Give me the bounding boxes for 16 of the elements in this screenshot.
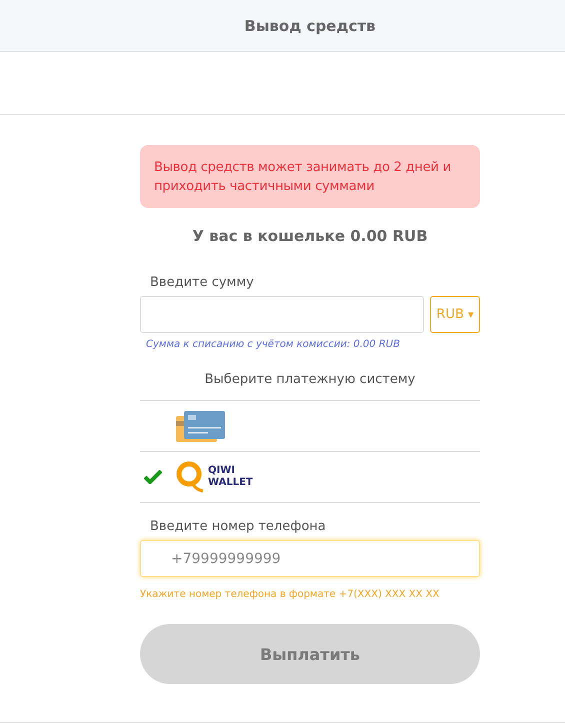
wallet-balance: У вас в кошельке 0.00 RUB [191, 227, 429, 245]
payment-system-label: Выберите платежную систему [204, 372, 416, 387]
commission-hint: Сумма к списанию с учётом комиссии: 0.00 RUB [145, 339, 401, 350]
currency-dropdown[interactable]: RUB ▾ [430, 296, 480, 333]
payment-option[interactable]: QIWI WALLET [140, 452, 480, 503]
phone-field[interactable]: +79999999999 [140, 540, 480, 577]
phone-label: Введите номер телефона [149, 519, 327, 534]
bank-card-icon [176, 410, 225, 442]
phone-format-hint: Укажите номер телефона в формате +7(XXX) XXX XX XX [140, 589, 440, 600]
wallet-logo-text: QIWI WALLET [208, 465, 253, 489]
qiwi-logo-icon [176, 461, 204, 493]
page-title: Вывод средств [244, 16, 376, 34]
checkmark-icon [144, 470, 162, 484]
amount-field[interactable] [140, 296, 424, 333]
warning-message: Вывод средств может занимать до 2 дней и приходить частичными суммами [140, 145, 480, 208]
amount-label: Введите сумму [149, 275, 255, 290]
